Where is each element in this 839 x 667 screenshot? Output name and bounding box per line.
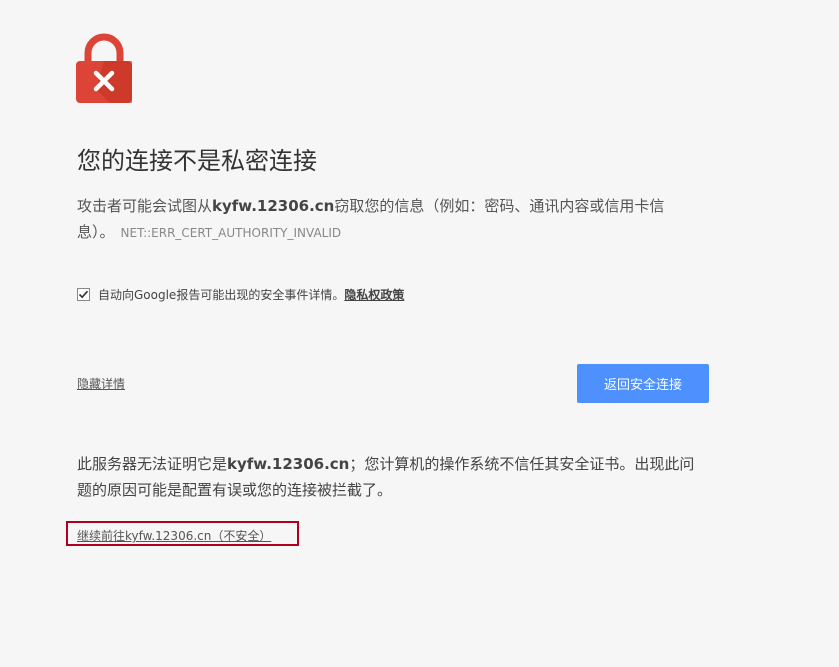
details-host: kyfw.12306.cn (227, 455, 350, 473)
error-code: NET::ERR_CERT_AUTHORITY_INVALID (120, 226, 342, 240)
ssl-error-page: 您的连接不是私密连接 攻击者可能会试图从kyfw.12306.cn窃取您的信息（… (0, 0, 839, 667)
hide-details-link[interactable]: 隐藏详情 (77, 375, 125, 392)
safe-browsing-report-row: 自动向Google报告可能出现的安全事件详情。 隐私权政策 (77, 286, 404, 303)
page-title: 您的连接不是私密连接 (77, 147, 317, 175)
report-checkbox[interactable] (77, 288, 90, 301)
explanation-prefix: 攻击者可能会试图从 (77, 197, 213, 215)
checkmark-icon (78, 290, 89, 299)
red-lock-x-icon (76, 33, 132, 103)
report-checkbox-label: 自动向Google报告可能出现的安全事件详情。 (98, 288, 345, 302)
privacy-policy-link[interactable]: 隐私权政策 (344, 286, 404, 303)
proceed-unsafe-link[interactable]: 继续前往kyfw.12306.cn（不安全） (77, 527, 271, 544)
details-text: 此服务器无法证明它是kyfw.12306.cn；您计算机的操作系统不信任其安全证… (77, 451, 707, 503)
back-to-safety-button[interactable]: 返回安全连接 (577, 364, 709, 403)
details-prefix: 此服务器无法证明它是 (77, 455, 228, 473)
explanation-text: 攻击者可能会试图从kyfw.12306.cn窃取您的信息（例如：密码、通讯内容或… (77, 193, 697, 246)
explanation-host: kyfw.12306.cn (212, 197, 335, 215)
